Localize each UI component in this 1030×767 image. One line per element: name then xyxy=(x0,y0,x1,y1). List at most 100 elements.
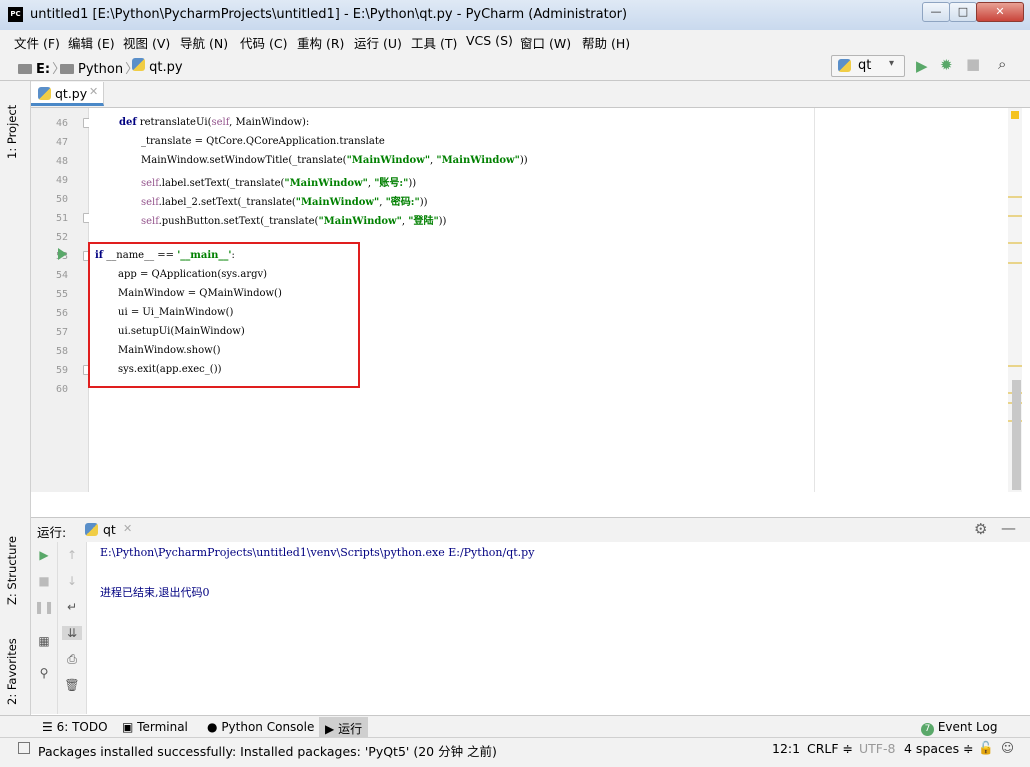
hide-panel-icon[interactable]: — xyxy=(1001,519,1016,537)
status-message[interactable]: Packages installed successfully: Install… xyxy=(38,741,497,760)
line-number: 55 xyxy=(55,289,68,300)
search-icon[interactable]: ⌕ xyxy=(998,55,1006,73)
python-console-tab[interactable]: ● Python Console xyxy=(207,720,314,734)
run-console-output[interactable]: E:\Python\PycharmProjects\untitled1\venv… xyxy=(87,542,1030,714)
line-number: 50 xyxy=(55,194,68,205)
status-bar: Packages installed successfully: Install… xyxy=(0,737,1030,767)
list-icon: ☰ xyxy=(42,720,53,734)
lock-icon[interactable]: 🔓 xyxy=(978,740,994,756)
line-number: 60 xyxy=(55,384,68,395)
line-number: 51 xyxy=(55,213,68,224)
console-exit-message: 进程已结束,退出代码0 xyxy=(100,586,210,599)
soft-wrap-icon[interactable]: ↵ xyxy=(62,600,82,614)
menu-code[interactable]: 代码 (C) xyxy=(240,33,287,52)
window-title-bar: PC untitled1 [E:\Python\PycharmProjects\… xyxy=(0,0,1030,31)
close-button[interactable]: ✕ xyxy=(976,2,1024,22)
terminal-tab[interactable]: ▣ Terminal xyxy=(122,720,188,734)
close-tab-icon[interactable]: ✕ xyxy=(123,522,132,535)
rerun-icon[interactable]: ▶ xyxy=(34,548,54,562)
maximize-button[interactable]: □ xyxy=(949,2,977,22)
terminal-icon: ▣ xyxy=(122,720,134,734)
run-toolbar-primary: ▶ ■ ❚❚ ▦ ⚲ xyxy=(31,542,58,714)
debug-icon[interactable]: ✹ xyxy=(940,56,953,74)
highlight-annotation-box xyxy=(88,242,360,388)
close-tab-icon[interactable]: ✕ xyxy=(89,85,98,98)
scroll-mark xyxy=(1008,365,1022,367)
breadcrumb-drive[interactable]: E: 〉 xyxy=(18,58,65,77)
window-title: untitled1 [E:\Python\PycharmProjects\unt… xyxy=(30,7,628,22)
menu-vcs[interactable]: VCS (S) xyxy=(466,33,513,48)
code-line-46: def retranslateUi(self, MainWindow): xyxy=(119,117,310,128)
project-tool-tab[interactable]: 1: Project xyxy=(5,89,25,159)
menu-file[interactable]: 文件 (F) xyxy=(14,33,60,52)
scroll-mark xyxy=(1008,262,1022,264)
scroll-mark xyxy=(1008,215,1022,217)
console-command-line: E:\Python\PycharmProjects\untitled1\venv… xyxy=(100,546,535,559)
down-arrow-icon[interactable]: ↓ xyxy=(62,574,82,588)
code-line-47: _translate = QtCore.QCoreApplication.tra… xyxy=(141,136,385,147)
scroll-to-end-icon[interactable]: ⇊ xyxy=(62,626,82,640)
event-log-tab[interactable]: 7 Event Log xyxy=(921,720,997,736)
menu-run[interactable]: 运行 (U) xyxy=(354,33,402,52)
run-gutter-icon[interactable] xyxy=(58,248,67,260)
up-arrow-icon[interactable]: ↑ xyxy=(62,548,82,562)
breadcrumb-file[interactable]: qt.py xyxy=(132,58,183,75)
line-number: 46 xyxy=(55,118,68,129)
line-separator[interactable]: CRLF ≑ xyxy=(807,741,853,756)
left-tool-strip: 1: Project Z: Structure 2: Favorites xyxy=(0,81,31,715)
menu-refactor[interactable]: 重构 (R) xyxy=(297,33,344,52)
run-toolbar-secondary: ↑ ↓ ↵ ⇊ ⎙ 🗑 xyxy=(58,542,87,714)
menu-navigate[interactable]: 导航 (N) xyxy=(180,33,228,52)
bottom-tool-tabs: ☰ 6: TODO ▣ Terminal ● Python Console ▶ … xyxy=(0,715,1030,740)
inspector-icon[interactable]: ☺ xyxy=(1001,740,1014,755)
editor-tab-bar: qt.py ✕ xyxy=(31,81,1030,108)
code-line-48: MainWindow.setWindowTitle(_translate("Ma… xyxy=(141,155,528,166)
run-tab-qt[interactable]: qt xyxy=(103,522,116,537)
print-icon[interactable]: ⎙ xyxy=(62,652,82,667)
indent-setting[interactable]: 4 spaces ≑ xyxy=(904,741,974,756)
line-number: 47 xyxy=(55,137,68,148)
line-number: 59 xyxy=(55,365,68,376)
line-number: 56 xyxy=(55,308,68,319)
editor-tab-qt[interactable]: qt.py ✕ xyxy=(31,82,104,106)
stop-icon[interactable]: ■ xyxy=(34,574,54,588)
warning-marker-icon[interactable] xyxy=(1011,111,1019,119)
menu-tools[interactable]: 工具 (T) xyxy=(411,33,457,52)
structure-tool-tab[interactable]: Z: Structure xyxy=(5,525,25,605)
run-icon[interactable]: ▶ xyxy=(916,57,928,75)
stop-icon[interactable]: ■ xyxy=(966,55,980,73)
line-number: 49 xyxy=(55,175,68,186)
python-file-icon xyxy=(132,58,145,71)
run-icon: ▶ xyxy=(325,722,335,736)
scroll-mark xyxy=(1008,196,1022,198)
menu-view[interactable]: 视图 (V) xyxy=(123,33,170,52)
menu-edit[interactable]: 编辑 (E) xyxy=(68,33,115,52)
menu-help[interactable]: 帮助 (H) xyxy=(582,33,630,52)
event-count-badge: 7 xyxy=(921,723,934,736)
python-console-icon: ● xyxy=(207,720,218,734)
caret-position[interactable]: 12:1 xyxy=(772,741,800,756)
code-line-50: self.label_2.setText(_translate("MainWin… xyxy=(141,197,428,208)
code-line-51: self.pushButton.setText(_translate("Main… xyxy=(141,216,447,227)
scrollbar-thumb[interactable] xyxy=(1012,380,1021,490)
toggle-tool-windows-icon[interactable] xyxy=(18,742,30,754)
file-encoding[interactable]: UTF-8 xyxy=(859,741,895,756)
favorites-tool-tab[interactable]: 2: Favorites xyxy=(5,625,25,705)
trash-icon[interactable]: 🗑 xyxy=(62,678,82,692)
restore-layout-icon[interactable]: ▦ xyxy=(34,634,54,648)
code-line-49: self.label.setText(_translate("MainWindo… xyxy=(141,178,417,189)
folder-icon xyxy=(60,64,74,74)
python-icon xyxy=(838,59,851,72)
gear-icon[interactable]: ⚙ xyxy=(974,520,987,538)
pin-icon[interactable]: ⚲ xyxy=(34,666,54,680)
pause-icon[interactable]: ❚❚ xyxy=(34,600,54,614)
todo-tab[interactable]: ☰ 6: TODO xyxy=(42,720,108,734)
run-configuration-select[interactable]: qt ▾ xyxy=(831,55,905,77)
run-panel-header: 运行: qt ✕ ⚙ — xyxy=(31,517,1030,543)
line-number: 54 xyxy=(55,270,68,281)
scroll-mark xyxy=(1008,242,1022,244)
folder-icon xyxy=(18,64,32,74)
menu-window[interactable]: 窗口 (W) xyxy=(520,33,571,52)
breadcrumb-folder[interactable]: Python〉 xyxy=(60,58,138,77)
minimize-button[interactable]: — xyxy=(922,2,950,22)
